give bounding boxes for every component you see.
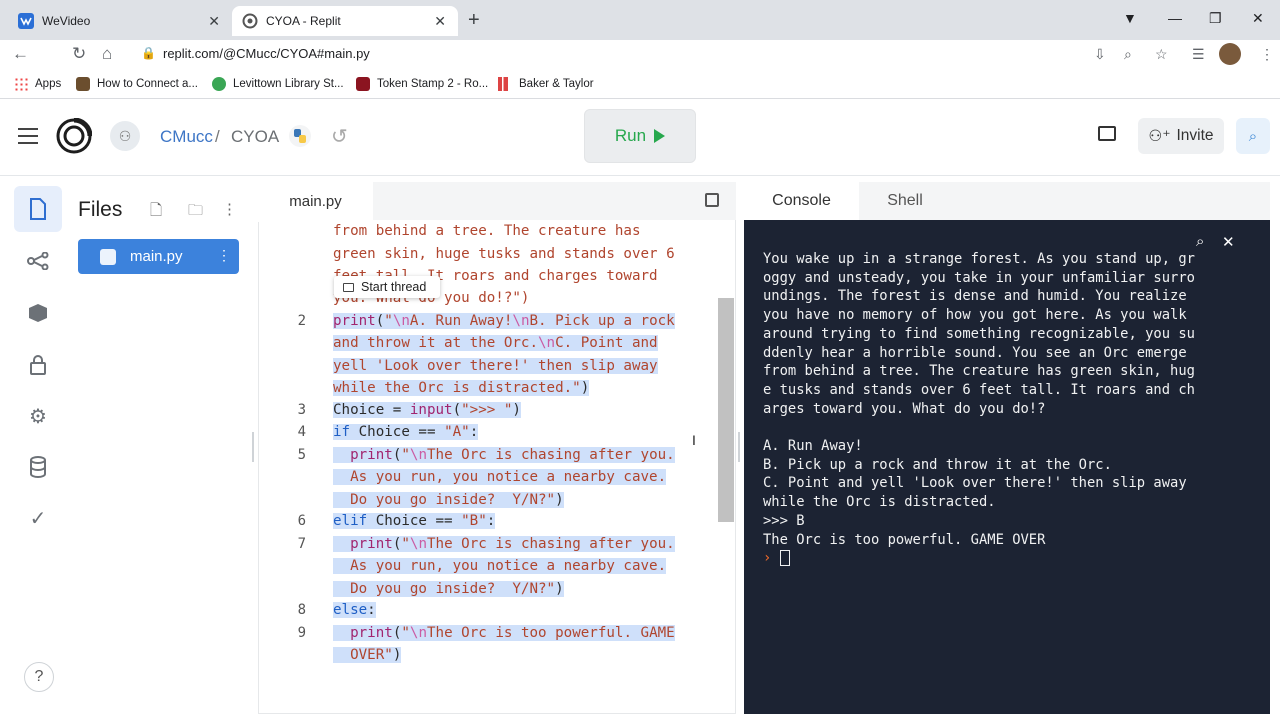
code-line-5[interactable]: print("\nThe Orc is chasing after you. A… [333,444,675,511]
play-icon [654,129,666,143]
bookmark-item[interactable]: Levittown Library St... [212,77,344,91]
database-icon[interactable] [14,444,62,490]
replit-logo-icon[interactable] [56,117,93,159]
line-number: 3 [297,402,306,418]
prompt-icon: › [763,550,772,567]
code-wrapped-line[interactable]: from behind a tree. The creature has [333,220,641,242]
secrets-lock-icon[interactable] [14,342,62,388]
hamburger-menu-icon[interactable] [18,128,38,149]
file-item-main-py[interactable]: main.py ⋮ [78,239,239,274]
console-text: You wake up in a strange forest. As you … [763,250,1258,568]
wevideo-icon [18,13,34,29]
tab-title: CYOA - Replit [266,14,341,28]
comment-icon [343,282,354,292]
profile-menu-icon[interactable]: ▼ [1123,10,1137,26]
bookmark-apps[interactable]: Apps [14,77,61,91]
line-number: 8 [297,602,306,618]
replit-icon [242,13,258,29]
editor-scrollbar[interactable] [718,298,734,522]
maximize-icon[interactable]: ❐ [1209,10,1222,27]
lock-icon[interactable]: 🔒 [141,46,156,60]
new-file-icon[interactable]: 🗋 [150,200,162,225]
settings-gear-icon[interactable]: ⚙ [14,393,62,439]
line-number: 5 [297,447,306,463]
pane-resize-handle[interactable] [738,432,740,462]
more-options-icon[interactable]: ⋮ [222,200,237,218]
check-icon[interactable]: ✓ [14,495,62,541]
new-folder-icon[interactable]: 🗀 [188,200,203,225]
close-icon[interactable]: ✕ [208,13,220,30]
start-thread-tooltip[interactable]: Start thread [334,276,440,298]
menu-dots-icon[interactable]: ⋮ [1260,46,1274,63]
library-icon [212,77,226,91]
tab-main-py[interactable]: main.py [258,182,373,222]
code-line-7[interactable]: print("\nThe Orc is chasing after you. A… [333,533,675,600]
car-icon [76,77,90,91]
code-line-2[interactable]: print("\nA. Run Away!\nB. Pick up a rock… [333,310,675,399]
pane-resize-handle[interactable] [252,432,254,462]
invite-button[interactable]: ⚇⁺ Invite [1138,118,1224,154]
chat-icon[interactable] [1098,126,1116,141]
packages-icon[interactable] [14,290,62,336]
zoom-icon[interactable]: ⌕ [1124,46,1132,63]
profile-avatar[interactable] [1219,43,1241,65]
bookmark-item[interactable]: How to Connect a... [76,77,198,91]
install-icon[interactable]: ⇩ [1094,46,1106,63]
baker-taylor-icon [498,77,512,91]
line-number: 4 [297,424,306,440]
code-line-4[interactable]: if Choice == "A": [333,421,479,443]
history-icon[interactable]: ↺ [331,124,348,149]
tab-replit[interactable]: CYOA - Replit ✕ [232,6,458,36]
console-clear-icon[interactable]: ✕ [1222,233,1235,251]
bookmark-item[interactable]: Baker & Taylor [498,77,594,91]
bookmark-star-icon[interactable]: ☆ [1155,46,1168,63]
bookmark-item[interactable]: Token Stamp 2 - Ro... [356,77,488,91]
code-line-3[interactable]: Choice = input(">>> ") [333,399,521,421]
tab-shell[interactable]: Shell [859,182,951,220]
code-wrapped-line[interactable]: green skin, huge tusks and stands over 6 [333,243,675,265]
run-button[interactable]: Run [584,109,696,163]
line-number: 9 [297,625,306,641]
code-line-9[interactable]: print("\nThe Orc is too powerful. GAME O… [333,622,675,667]
code-line-6[interactable]: elif Choice == "B": [333,510,496,532]
input-caret [779,550,790,567]
apps-grid-icon [14,77,28,91]
files-icon[interactable] [14,186,62,232]
reload-icon[interactable]: ↻ [72,44,86,64]
console-prompt-line[interactable]: › [763,549,1258,568]
code-line-8[interactable]: else: [333,599,376,621]
text-cursor-icon: I [692,432,696,448]
copy-icon[interactable] [705,193,719,207]
url-field[interactable]: replit.com/@CMucc/CYOA#main.py [163,46,370,61]
share-icon[interactable] [14,238,62,284]
back-icon[interactable]: ← [12,44,29,64]
tab-wevideo[interactable]: WeVideo ✕ [8,6,232,36]
tab-console[interactable]: Console [744,182,859,220]
project-name[interactable]: CYOA [231,127,279,147]
breadcrumb-separator: / [215,127,220,146]
console-search-icon[interactable]: ⌕ [1196,233,1204,250]
line-number: 6 [297,513,306,529]
line-number: 2 [297,313,306,329]
token-stamp-icon [356,77,370,91]
help-icon[interactable]: ? [24,662,54,692]
add-user-icon: ⚇⁺ [1148,127,1171,145]
minimize-icon[interactable]: — [1168,10,1182,26]
tab-title: WeVideo [42,14,91,28]
avatar[interactable]: ⚇ [110,121,140,151]
files-title: Files [78,198,123,221]
home-icon[interactable]: ⌂ [102,44,112,64]
close-icon[interactable]: ✕ [434,13,446,30]
owner-link[interactable]: CMucc [160,127,213,147]
line-number: 7 [297,536,306,552]
file-options-icon[interactable]: ⋮ [217,247,231,264]
search-icon[interactable]: ⌕ [1236,118,1270,154]
reading-list-icon[interactable]: ☰ [1192,46,1205,63]
new-tab-icon[interactable]: + [468,9,480,32]
python-icon [289,125,311,147]
python-file-icon [100,248,116,265]
editor-tab-bar [373,182,736,220]
window-close-icon[interactable]: ✕ [1252,10,1264,27]
